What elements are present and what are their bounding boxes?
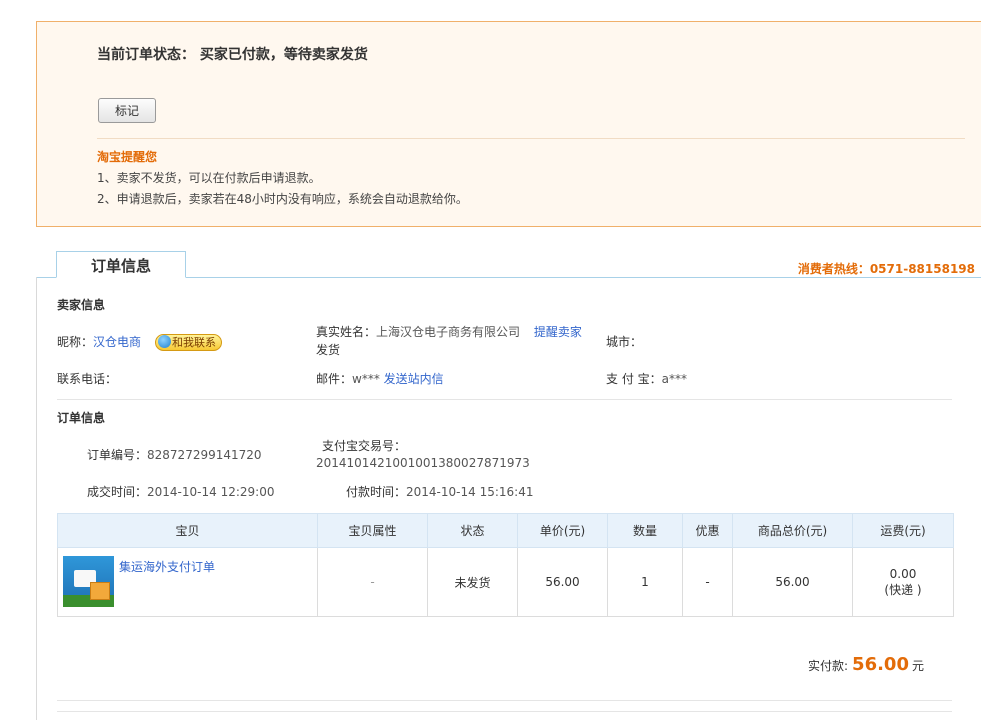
reminder-line-2: 2、申请退款后，卖家若在48小时内没有响应，系统会自动退款给你。 [97,192,468,206]
product-thumbnail[interactable] [63,556,114,607]
send-message-link[interactable]: 发送站内信 [384,372,444,386]
col-header-total: 商品总价(元) [732,513,853,548]
mark-button[interactable]: 标记 [98,98,156,123]
email-label: 邮件： [316,372,353,386]
actual-payment-amount: 56.00 [852,654,909,675]
deal-time-row: 成交时间：2014-10-14 12:29:00 [87,483,274,500]
product-status: 未发货 [427,547,518,617]
col-header-price: 单价(元) [517,513,608,548]
alipay-label: 支 付 宝： [606,372,662,386]
seller-realname-row: 真实姓名：上海汉仓电子商务有限公司 提醒卖家 [316,323,582,340]
consumer-hotline: 消费者热线：0571-88158198 [797,262,975,276]
city-label: 城市： [606,335,643,349]
pay-time-row: 付款时间：2014-10-14 15:16:41 [346,483,533,500]
seller-realname: 上海汉仓电子商务有限公司 [376,325,521,339]
seller-email-row: 邮件：w*** 发送站内信 [316,370,444,387]
actual-payment-label: 实付款: [808,659,849,673]
goods-cell: 集运海外支付订单 [57,547,318,617]
seller-alipay: a*** [661,372,687,386]
seller-city-row: 城市： [606,333,642,350]
col-header-qty: 数量 [607,513,683,548]
shipping-fee: 0.00 [889,566,917,581]
pay-time: 2014-10-14 15:16:41 [406,485,534,499]
alipay-trade-label: 支付宝交易号： [322,439,407,453]
product-name-link[interactable]: 集运海外支付订单 [119,558,215,575]
order-number-label: 订单编号： [87,448,148,462]
seller-nickname-link[interactable]: 汉仓电商 [93,335,141,349]
order-number-row: 订单编号：828727299141720 [87,446,262,463]
product-total: 56.00 [732,547,853,617]
col-header-status: 状态 [427,513,518,548]
contact-me-button[interactable]: 和我联系 [155,334,223,351]
seller-email: w*** [352,372,380,386]
actual-payment: 实付款: 56.00 元 [808,654,924,675]
remind-seller-ship-link-cont[interactable]: 发货 [316,341,340,358]
order-number: 828727299141720 [147,448,262,462]
status-divider [97,138,965,139]
deal-time: 2014-10-14 12:29:00 [147,485,275,499]
seller-info-title: 卖家信息 [57,298,106,312]
table-row: 集运海外支付订单 - 未发货 56.00 1 - 56.00 0.00 (快递 … [57,547,954,617]
goods-table-header: 宝贝 宝贝属性 状态 单价(元) 数量 优惠 商品总价(元) 运费(元) [57,513,954,548]
col-header-discount: 优惠 [682,513,733,548]
alipay-trade-row: 支付宝交易号： 2014101421001001380027871973 [316,437,530,470]
shipping-method: (快递 ) [884,582,922,597]
taobao-reminder-title: 淘宝提醒您 [97,150,158,164]
col-header-attrs: 宝贝属性 [317,513,428,548]
reminder-line-1: 1、卖家不发货，可以在付款后申请退款。 [97,171,321,185]
product-attrs: - [317,547,428,617]
currency-unit: 元 [911,659,924,673]
order-status-panel: 当前订单状态： 买家已付款，等待卖家发货 标记 淘宝提醒您 1、卖家不发货，可以… [36,21,981,227]
col-header-shipping: 运费(元) [852,513,954,548]
wangwang-icon [158,335,172,348]
seller-phone-row: 联系电话： [57,370,117,387]
realname-label: 真实姓名： [316,325,377,339]
product-qty: 1 [607,547,683,617]
tab-order-info[interactable]: 订单信息 [56,251,186,278]
alipay-trade-number: 2014101421001001380027871973 [316,456,530,470]
order-info-title: 订单信息 [57,411,106,425]
section-divider [57,399,952,400]
pay-time-label: 付款时间： [346,485,407,499]
seller-alipay-row: 支 付 宝：a*** [606,370,687,387]
contact-badge-label: 和我联系 [172,336,217,349]
order-status-title: 当前订单状态： 买家已付款，等待卖家发货 [97,47,368,63]
goods-table: 宝贝 宝贝属性 状态 单价(元) 数量 优惠 商品总价(元) 运费(元) 集运海… [57,513,954,617]
shipping-cell: 0.00 (快递 ) [852,547,954,617]
nickname-label: 昵称： [57,335,94,349]
remind-seller-ship-link[interactable]: 提醒卖家 [534,325,582,339]
seller-nickname-row: 昵称：汉仓电商 和我联系 [57,333,223,351]
product-discount: - [682,547,733,617]
col-header-item: 宝贝 [57,513,318,548]
product-price: 56.00 [517,547,608,617]
bottom-divider [57,700,952,701]
bottom-divider [57,711,952,712]
content-left-border [36,277,37,720]
deal-time-label: 成交时间： [87,485,148,499]
phone-label: 联系电话： [57,372,118,386]
